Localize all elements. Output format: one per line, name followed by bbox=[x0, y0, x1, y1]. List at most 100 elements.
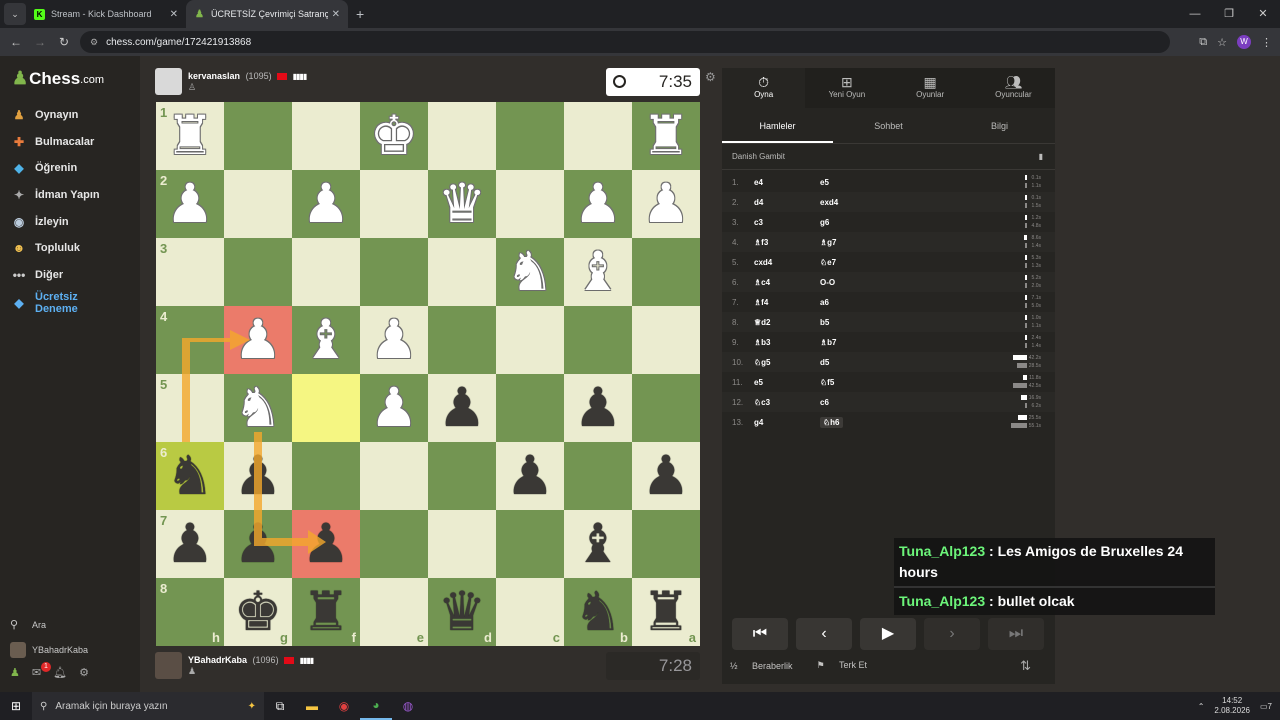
draw-button[interactable]: ½ Beraberlik bbox=[730, 661, 805, 671]
black-pawn-d5[interactable]: ♟ bbox=[428, 374, 496, 442]
black-move[interactable]: ♘f5 bbox=[820, 378, 880, 387]
forward-icon[interactable]: → bbox=[28, 35, 52, 49]
settings-gear-icon[interactable]: ⚙ bbox=[79, 666, 89, 679]
last-move-button[interactable]: ⏭ bbox=[988, 618, 1044, 650]
black-pawn-c6[interactable]: ♟ bbox=[496, 442, 564, 510]
square-b6[interactable] bbox=[564, 442, 632, 510]
square-d3[interactable] bbox=[428, 238, 496, 306]
black-move[interactable]: d5 bbox=[820, 358, 880, 367]
white-pawn-g4[interactable]: ♟ bbox=[224, 306, 292, 374]
black-king-g8[interactable]: ♚ bbox=[224, 578, 292, 646]
square-d4[interactable] bbox=[428, 306, 496, 374]
square-a7[interactable] bbox=[632, 510, 700, 578]
chesscom-logo[interactable]: ♟ Chess .com bbox=[12, 68, 104, 89]
site-info-icon[interactable]: ⚙ bbox=[90, 37, 98, 48]
back-icon[interactable]: ← bbox=[4, 35, 28, 49]
square-g2[interactable] bbox=[224, 170, 292, 238]
white-pawn-b2[interactable]: ♟ bbox=[564, 170, 632, 238]
taskbar-search[interactable]: ⚲ Aramak için buraya yazın ✦ bbox=[32, 692, 264, 720]
white-pawn-e4[interactable]: ♟ bbox=[360, 306, 428, 374]
sidebar-item-puzzles[interactable]: ✚ Bulmacalar bbox=[10, 129, 100, 156]
square-h8[interactable]: 8h bbox=[156, 578, 224, 646]
black-move[interactable]: c6 bbox=[820, 398, 880, 407]
player-name[interactable]: YBahadrKaba bbox=[188, 655, 247, 665]
black-pawn-g7[interactable]: ♟ bbox=[224, 510, 292, 578]
black-move[interactable]: exd4 bbox=[820, 198, 880, 207]
black-knight-b8[interactable]: ♞ bbox=[564, 578, 632, 646]
black-move[interactable]: a6 bbox=[820, 298, 880, 307]
sidebar-item-community[interactable]: ☻ Topluluk bbox=[10, 235, 100, 262]
flip-board-icon[interactable]: ⇅ bbox=[1020, 658, 1031, 674]
square-e3[interactable] bbox=[360, 238, 428, 306]
tab-players[interactable]: 👥︎ Oyuncular bbox=[972, 68, 1055, 108]
square-b1[interactable] bbox=[564, 102, 632, 170]
sidebar-item-watch[interactable]: ◉ İzleyin bbox=[10, 208, 100, 235]
square-g1[interactable] bbox=[224, 102, 292, 170]
black-pawn-g6[interactable]: ♟ bbox=[224, 442, 292, 510]
app-icon[interactable]: ◍ bbox=[392, 692, 424, 720]
white-queen-d2[interactable]: ♛ bbox=[428, 170, 496, 238]
sidebar-item-play[interactable]: ♟ Oynayın bbox=[10, 102, 100, 129]
black-move[interactable]: ♘h6 bbox=[820, 416, 843, 428]
sidebar-search[interactable]: ⚲ Ara bbox=[10, 612, 135, 637]
square-f3[interactable] bbox=[292, 238, 360, 306]
square-c5[interactable] bbox=[496, 374, 564, 442]
black-rook-a8[interactable]: ♜ bbox=[632, 578, 700, 646]
bookmark-star-icon[interactable]: ☆ bbox=[1217, 36, 1227, 49]
square-a3[interactable] bbox=[632, 238, 700, 306]
square-c4[interactable] bbox=[496, 306, 564, 374]
resign-button[interactable]: ⚑ Terk Et bbox=[817, 660, 879, 671]
close-tab-icon[interactable]: ✕ bbox=[170, 9, 178, 20]
close-tab-icon[interactable]: ✕ bbox=[332, 9, 340, 20]
opening-name[interactable]: Danish Gambit bbox=[732, 152, 785, 161]
white-pawn-h2[interactable]: ♟ bbox=[156, 170, 224, 238]
black-pawn-f7[interactable]: ♟ bbox=[292, 510, 360, 578]
new-tab-button[interactable]: + bbox=[356, 6, 364, 22]
taskbar-clock[interactable]: 14:52 2.08.2026 bbox=[1214, 696, 1250, 716]
chess-board[interactable]: 1 2 3 4 5 6 7 8 h g f e d c b a ♜ ♚ ♜ ♟ ♟ ♛ ♟ ♟ ♝ ♞ ♟ ♝ ♟ ♟ ♞ ♟ ♟ ♞ ♟ ♟ ♟ ♟ ♟ ♟… bbox=[156, 102, 700, 646]
black-move[interactable]: O-O bbox=[820, 278, 880, 287]
messages-icon[interactable]: ✉ bbox=[32, 666, 41, 679]
square-f5[interactable] bbox=[292, 374, 360, 442]
white-pawn-a2[interactable]: ♟ bbox=[632, 170, 700, 238]
white-move[interactable]: e4 bbox=[754, 178, 820, 187]
square-f1[interactable] bbox=[292, 102, 360, 170]
square-a4[interactable] bbox=[632, 306, 700, 374]
white-move[interactable]: d4 bbox=[754, 198, 820, 207]
sidebar-item-train[interactable]: ✦ İdman Yapın bbox=[10, 182, 100, 209]
square-a5[interactable] bbox=[632, 374, 700, 442]
file-explorer-icon[interactable]: ▬ bbox=[296, 692, 328, 720]
url-bar[interactable]: ⚙ chess.com/game/172421913868 bbox=[80, 31, 1170, 53]
opponent-avatar[interactable] bbox=[155, 68, 182, 95]
white-pawn-e5[interactable]: ♟ bbox=[360, 374, 428, 442]
black-move[interactable]: ♗b7 bbox=[820, 338, 880, 347]
browser-tab-kick[interactable]: K Stream - Kick Dashboard ✕ bbox=[26, 0, 186, 28]
square-e7[interactable] bbox=[360, 510, 428, 578]
book-icon[interactable]: ▮ bbox=[1039, 152, 1043, 161]
black-move[interactable]: b5 bbox=[820, 318, 880, 327]
white-move[interactable]: c3 bbox=[754, 218, 820, 227]
black-pawn-b5[interactable]: ♟ bbox=[564, 374, 632, 442]
tab-search-icon[interactable]: ⌄ bbox=[4, 3, 26, 25]
square-d1[interactable] bbox=[428, 102, 496, 170]
black-queen-d8[interactable]: ♛ bbox=[428, 578, 496, 646]
black-pawn-h7[interactable]: ♟ bbox=[156, 510, 224, 578]
black-rook-f8[interactable]: ♜ bbox=[292, 578, 360, 646]
task-view-icon[interactable]: ⧉ bbox=[264, 692, 296, 720]
white-bishop-f4[interactable]: ♝ bbox=[292, 306, 360, 374]
tab-games[interactable]: ▦ Oyunlar bbox=[889, 68, 972, 108]
square-e6[interactable] bbox=[360, 442, 428, 510]
black-bishop-b7[interactable]: ♝ bbox=[564, 510, 632, 578]
sidebar-item-free-trial[interactable]: ◆ Ücretsiz Deneme bbox=[10, 288, 100, 318]
minimize-icon[interactable]: — bbox=[1178, 0, 1212, 28]
notification-center-icon[interactable]: ▭7 bbox=[1260, 702, 1272, 711]
square-g3[interactable] bbox=[224, 238, 292, 306]
install-app-icon[interactable]: ⧉ bbox=[1199, 36, 1207, 49]
white-move[interactable]: g4 bbox=[754, 418, 820, 427]
white-move[interactable]: ♘g5 bbox=[754, 358, 820, 367]
reload-icon[interactable]: ↻ bbox=[52, 35, 76, 49]
white-move[interactable]: cxd4 bbox=[754, 258, 820, 267]
black-move[interactable]: ♘e7 bbox=[820, 258, 880, 267]
white-knight-c3[interactable]: ♞ bbox=[496, 238, 564, 306]
tab-play[interactable]: ⏱ Oyna bbox=[722, 68, 806, 108]
